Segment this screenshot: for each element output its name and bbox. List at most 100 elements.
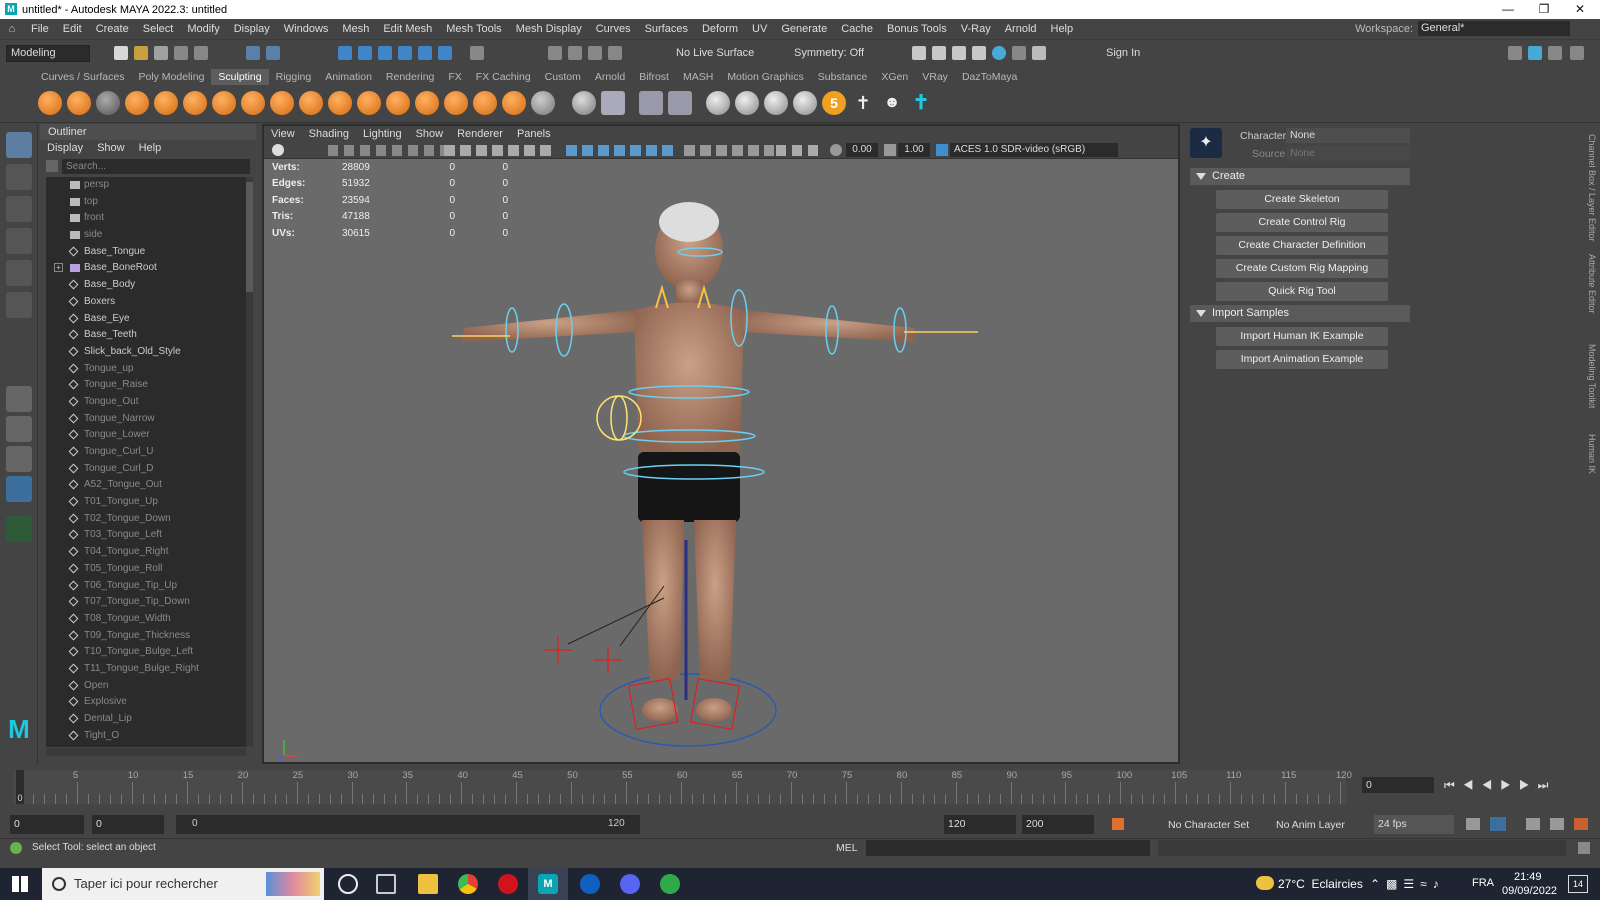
hik-create-character-definition-button[interactable]: Create Character Definition xyxy=(1216,236,1388,255)
side-tab[interactable]: Channel Box / Layer Editor xyxy=(1587,134,1597,242)
outliner-row[interactable]: T09_Tongue_Thickness xyxy=(46,628,246,645)
number-five-icon[interactable]: 5 xyxy=(822,91,846,115)
fill-tool-icon[interactable] xyxy=(386,91,410,115)
hik-quick-rig-tool-button[interactable]: Quick Rig Tool xyxy=(1216,282,1388,301)
outliner-row[interactable]: persp xyxy=(46,177,246,194)
snap-live-icon[interactable] xyxy=(418,46,432,60)
render-settings-icon[interactable] xyxy=(972,46,986,60)
humanik-logo-icon[interactable]: ✦ xyxy=(1190,128,1222,158)
outliner-row[interactable]: T10_Tongue_Bulge_Left xyxy=(46,644,246,661)
hik-create-control-rig-button[interactable]: Create Control Rig xyxy=(1216,213,1388,232)
filter-icon[interactable] xyxy=(46,160,58,172)
outliner-row[interactable]: T05_Tongue_Roll xyxy=(46,561,246,578)
menu-generate[interactable]: Generate xyxy=(774,23,834,35)
blend-shape-icon[interactable] xyxy=(639,91,663,115)
paint-select-icon[interactable] xyxy=(6,196,32,222)
render-view-icon[interactable] xyxy=(1012,46,1026,60)
side-tab[interactable]: Human IK xyxy=(1587,434,1597,474)
grab-tool-icon[interactable] xyxy=(125,91,149,115)
workspace-selector[interactable]: Workspace: General* xyxy=(1355,21,1570,36)
time-slider[interactable]: 5 10 15 20 25 30 35 40 45 50 55 60 65 70 75 80 85 90 95 100… xyxy=(14,770,1352,804)
hik-create-custom-rig-mapping-button[interactable]: Create Custom Rig Mapping xyxy=(1216,259,1388,278)
shelf-tab-mash[interactable]: MASH xyxy=(676,69,720,85)
language-indicator[interactable]: FRA xyxy=(1472,877,1494,889)
snap-point-icon[interactable] xyxy=(378,46,392,60)
outliner-row[interactable]: Explosive xyxy=(46,694,246,711)
color-management-icon[interactable] xyxy=(936,144,948,156)
ipr-render-icon[interactable] xyxy=(952,46,966,60)
shelf-tab-rigging[interactable]: Rigging xyxy=(269,69,319,85)
single-view-icon[interactable] xyxy=(6,386,32,412)
clock-date[interactable]: 09/09/2022 xyxy=(1502,885,1557,897)
menu-file[interactable]: File xyxy=(24,23,56,35)
time-cursor[interactable]: 0 xyxy=(16,770,24,804)
weather-text[interactable]: 27°C Eclaircies xyxy=(1278,877,1363,891)
outliner-row[interactable]: T02_Tongue_Down xyxy=(46,511,246,528)
mel-label[interactable]: MEL xyxy=(836,842,858,854)
menu-edit-mesh[interactable]: Edit Mesh xyxy=(376,23,439,35)
outliner-row[interactable]: Tongue_up xyxy=(46,361,246,378)
viewport-menu-lighting[interactable]: Lighting xyxy=(356,126,409,142)
auto-key-icon[interactable] xyxy=(1112,818,1124,830)
viewport-menu-view[interactable]: View xyxy=(264,126,302,142)
knife-tool-icon[interactable] xyxy=(415,91,439,115)
channel-box-icon[interactable] xyxy=(1528,46,1542,60)
anim-layer-dropdown[interactable]: No Anim Layer xyxy=(1276,819,1345,831)
outliner-row[interactable]: Base_Tongue xyxy=(46,244,246,261)
outliner-view-icon[interactable] xyxy=(6,476,32,502)
viewport-menu-panels[interactable]: Panels xyxy=(510,126,558,142)
outliner-menu-help[interactable]: Help xyxy=(132,140,169,156)
outliner-row[interactable]: Boxers xyxy=(46,294,246,311)
scrape-tool-icon[interactable] xyxy=(357,91,381,115)
outliner-row[interactable]: T08_Tongue_Width xyxy=(46,611,246,628)
menu-curves[interactable]: Curves xyxy=(589,23,638,35)
lighting-tools-icon[interactable] xyxy=(684,145,774,156)
side-tab[interactable]: Modeling Toolkit xyxy=(1587,344,1597,408)
cache-playback-icon[interactable] xyxy=(1490,817,1506,831)
shelf-tab-vray[interactable]: VRay xyxy=(915,69,955,85)
outliner-row[interactable]: Dental_Lip xyxy=(46,711,246,728)
smear-tool-icon[interactable] xyxy=(444,91,468,115)
lasso-icon[interactable] xyxy=(568,46,582,60)
outliner-row[interactable]: Tongue_Raise xyxy=(46,377,246,394)
character-dropdown[interactable]: None xyxy=(1286,128,1410,143)
windows-start-icon[interactable] xyxy=(12,876,28,892)
outliner-row[interactable]: Open xyxy=(46,678,246,695)
save-scene-icon[interactable] xyxy=(154,46,168,60)
colorspace-dropdown[interactable]: ACES 1.0 SDR-video (sRGB) xyxy=(950,143,1118,157)
sculpt-settings-icon[interactable] xyxy=(572,91,596,115)
viewport-menu-renderer[interactable]: Renderer xyxy=(450,126,510,142)
exposure-field[interactable]: 0.00 xyxy=(846,143,878,157)
shelf-tab-poly-modeling[interactable]: Poly Modeling xyxy=(131,69,211,85)
exposure-icon[interactable] xyxy=(830,144,842,156)
snap-view-plane-icon[interactable] xyxy=(398,46,412,60)
two-view-icon[interactable] xyxy=(6,446,32,472)
file-explorer-icon[interactable] xyxy=(418,874,438,894)
outliner-row[interactable]: Base_Body xyxy=(46,277,246,294)
shelf-tab-rendering[interactable]: Rendering xyxy=(379,69,441,85)
hip-control[interactable] xyxy=(596,395,642,441)
outliner-row[interactable]: front xyxy=(46,210,246,227)
outliner-row[interactable]: Base_Teeth xyxy=(46,327,246,344)
shelf-tab-daztomaya[interactable]: DazToMaya xyxy=(955,69,1024,85)
outliner-row[interactable]: Tongue_Out xyxy=(46,394,246,411)
render-input-icon[interactable] xyxy=(588,46,602,60)
command-line-input[interactable] xyxy=(866,840,1150,856)
shelf-tab-xgen[interactable]: XGen xyxy=(874,69,915,85)
anim-end-field[interactable]: 200 xyxy=(1022,815,1094,834)
lock-icon[interactable] xyxy=(470,46,484,60)
shelf-tab-animation[interactable]: Animation xyxy=(318,69,379,85)
loop-icon[interactable] xyxy=(1466,818,1480,830)
open-scene-icon[interactable] xyxy=(134,46,148,60)
end-time-field[interactable]: 120 xyxy=(944,815,1016,834)
create-section-header[interactable]: Create xyxy=(1190,168,1410,185)
shelf-tab-fx[interactable]: FX xyxy=(441,69,468,85)
redo-icon[interactable] xyxy=(194,46,208,60)
hypershade-icon[interactable] xyxy=(992,46,1006,60)
outliner-search-input[interactable]: Search... xyxy=(62,159,250,174)
menu-display[interactable]: Display xyxy=(227,23,277,35)
attribute-editor-icon[interactable] xyxy=(1548,46,1562,60)
symmetry-label[interactable]: Symmetry: Off xyxy=(794,47,864,59)
outliner-menu-show[interactable]: Show xyxy=(90,140,132,156)
ground-control-ellipse[interactable] xyxy=(599,673,777,747)
